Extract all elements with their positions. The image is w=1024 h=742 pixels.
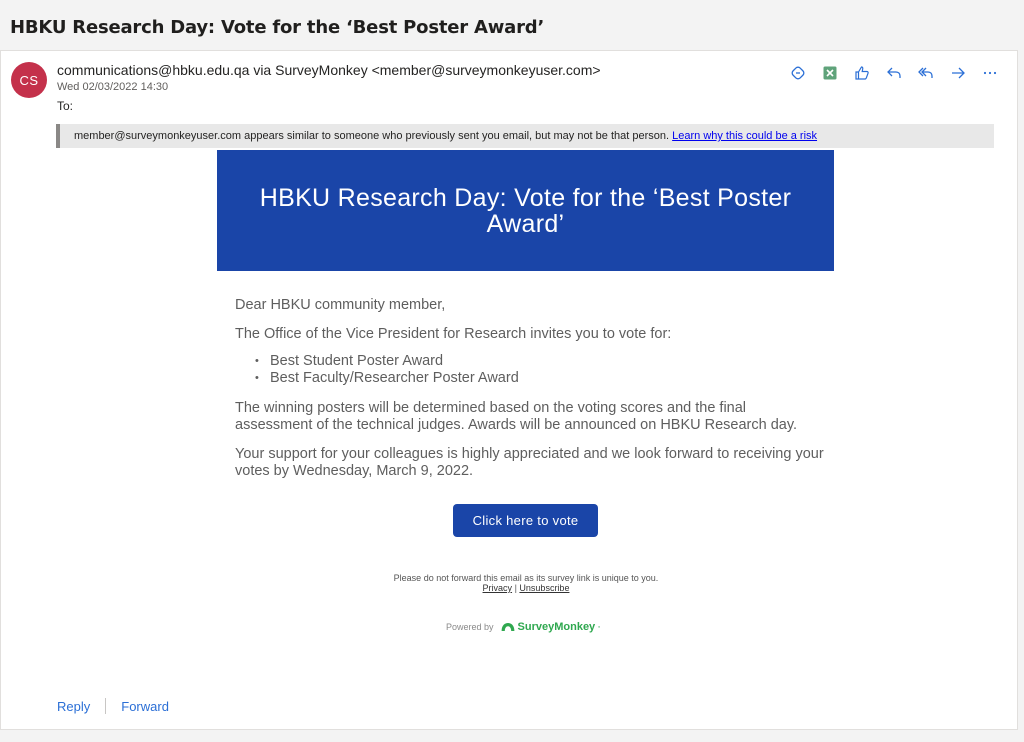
- loop-icon[interactable]: [789, 64, 807, 82]
- reply-icon[interactable]: [885, 64, 903, 82]
- forward-notice: Please do not forward this email as its …: [393, 573, 659, 583]
- brand-mark: ·: [597, 621, 601, 633]
- support-paragraph: Your support for your colleagues is high…: [235, 446, 824, 479]
- email-subject: HBKU Research Day: Vote for the ‘Best Po…: [10, 17, 545, 38]
- sender-warning-bar: member@surveymonkeyuser.com appears simi…: [56, 124, 994, 148]
- footer-note: Please do not forward this email as its …: [301, 573, 751, 593]
- sent-date: Wed 02/03/2022 14:30: [57, 81, 169, 93]
- greeting: Dear HBKU community member,: [235, 297, 446, 313]
- email-body: Dear HBKU community member, The Office o…: [235, 297, 825, 492]
- list-item: Best Faculty/Researcher Poster Award: [255, 370, 825, 387]
- vote-button[interactable]: Click here to vote: [453, 504, 598, 537]
- surveymonkey-icon: [501, 623, 514, 631]
- avatar[interactable]: CS: [11, 62, 47, 98]
- list-item: Best Student Poster Award: [255, 353, 825, 370]
- sender-from[interactable]: communications@hbku.edu.qa via SurveyMon…: [57, 62, 601, 78]
- reply-all-icon[interactable]: [917, 64, 935, 82]
- powered-by: Powered by SurveyMonkey ·: [446, 621, 601, 633]
- reply-button[interactable]: Reply: [57, 699, 90, 714]
- unsubscribe-link[interactable]: Unsubscribe: [519, 583, 569, 593]
- warning-text: member@surveymonkeyuser.com appears simi…: [74, 130, 670, 142]
- intro-text: The Office of the Vice President for Res…: [235, 326, 672, 342]
- email-banner: HBKU Research Day: Vote for the ‘Best Po…: [217, 150, 834, 271]
- to-field: To:: [57, 99, 74, 113]
- link-separator: |: [514, 583, 517, 593]
- award-list: Best Student Poster Award Best Faculty/R…: [255, 353, 825, 387]
- winning-paragraph: The winning posters will be determined b…: [235, 400, 798, 433]
- divider: [105, 698, 107, 714]
- surveymonkey-logo[interactable]: SurveyMonkey ·: [500, 621, 601, 633]
- excel-icon[interactable]: [821, 64, 839, 82]
- reading-pane: CS communications@hbku.edu.qa via Survey…: [0, 50, 1018, 730]
- subject-bar: HBKU Research Day: Vote for the ‘Best Po…: [0, 0, 1024, 50]
- like-icon[interactable]: [853, 64, 871, 82]
- risk-info-link[interactable]: Learn why this could be a risk: [672, 130, 817, 142]
- privacy-link[interactable]: Privacy: [483, 583, 513, 593]
- forward-button[interactable]: Forward: [121, 699, 169, 714]
- more-icon[interactable]: [981, 64, 999, 82]
- reply-actions: Reply Forward: [57, 698, 169, 714]
- forward-icon[interactable]: [949, 64, 967, 82]
- surveymonkey-brand: SurveyMonkey: [517, 621, 596, 633]
- powered-by-text: Powered by: [446, 622, 494, 632]
- message-actions: [789, 64, 999, 82]
